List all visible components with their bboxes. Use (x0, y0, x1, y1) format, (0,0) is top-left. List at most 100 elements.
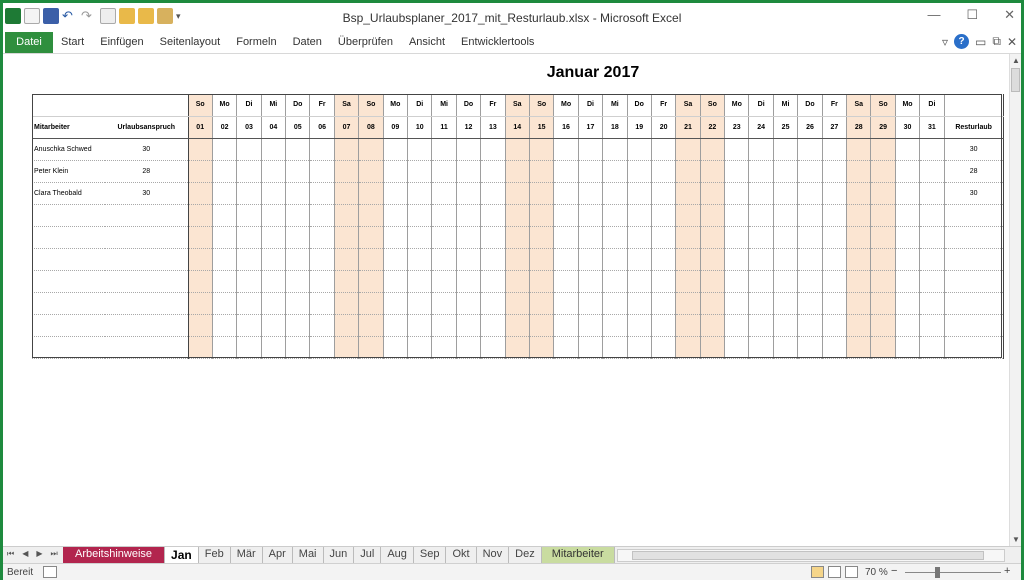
page-layout-view-icon[interactable] (828, 566, 841, 578)
zoom-slider[interactable] (905, 572, 1001, 573)
rest-cell[interactable]: 30 (944, 138, 1004, 161)
day-cell[interactable] (334, 138, 360, 161)
day-cell[interactable] (578, 226, 604, 249)
day-cell[interactable] (358, 292, 384, 315)
day-cell[interactable] (383, 314, 409, 337)
day-cell[interactable] (797, 270, 823, 293)
scroll-down-icon[interactable]: ▼ (1012, 535, 1020, 544)
day-cell[interactable] (505, 336, 530, 359)
day-cell[interactable] (870, 336, 896, 359)
zoom-level[interactable]: 70 % (865, 567, 888, 578)
day-cell[interactable] (236, 248, 262, 271)
day-cell[interactable] (212, 292, 238, 315)
day-cell[interactable] (919, 270, 945, 293)
day-cell[interactable] (358, 160, 384, 183)
sheet-tab-jan[interactable]: Jan (165, 547, 199, 563)
day-cell[interactable] (870, 138, 896, 161)
day-cell[interactable] (919, 138, 945, 161)
vertical-scrollbar[interactable]: ▲ ▼ (1009, 54, 1021, 546)
day-cell[interactable] (822, 182, 848, 205)
day-cell[interactable] (553, 138, 579, 161)
ribbon-tab-einfügen[interactable]: Einfügen (100, 36, 143, 48)
sheet-tab-feb[interactable]: Feb (199, 547, 231, 563)
sheet-tab-arbeitshinweise[interactable]: Arbeitshinweise (63, 547, 166, 563)
last-sheet-icon[interactable]: ⏭ (51, 549, 58, 559)
day-cell[interactable] (822, 138, 848, 161)
day-cell[interactable] (553, 226, 579, 249)
day-cell[interactable] (846, 226, 872, 249)
day-cell[interactable] (358, 138, 384, 161)
rest-cell[interactable] (944, 270, 1004, 293)
day-cell[interactable] (895, 160, 921, 183)
day-cell[interactable] (505, 138, 530, 161)
first-sheet-icon[interactable]: ⏮ (7, 549, 14, 559)
day-cell[interactable] (212, 270, 238, 293)
day-cell[interactable] (456, 226, 482, 249)
day-cell[interactable] (822, 248, 848, 271)
day-cell[interactable] (456, 204, 482, 227)
day-cell[interactable] (773, 292, 799, 315)
claim-cell[interactable] (105, 204, 189, 227)
day-cell[interactable] (383, 292, 409, 315)
day-cell[interactable] (578, 292, 604, 315)
workbook-close-icon[interactable]: ✕ (1007, 35, 1017, 49)
rest-cell[interactable]: 30 (944, 182, 1004, 205)
day-cell[interactable] (627, 336, 652, 359)
day-cell[interactable] (846, 270, 872, 293)
employee-name-cell[interactable] (32, 336, 105, 359)
day-cell[interactable] (602, 314, 628, 337)
scroll-up-icon[interactable]: ▲ (1012, 56, 1020, 65)
day-cell[interactable] (236, 182, 262, 205)
day-cell[interactable] (383, 270, 409, 293)
day-cell[interactable] (431, 138, 457, 161)
day-cell[interactable] (505, 314, 530, 337)
day-cell[interactable] (919, 248, 945, 271)
day-cell[interactable] (578, 182, 604, 205)
day-cell[interactable] (724, 226, 750, 249)
day-cell[interactable] (822, 336, 848, 359)
day-cell[interactable] (651, 138, 677, 161)
day-cell[interactable] (724, 138, 750, 161)
day-cell[interactable] (797, 336, 823, 359)
day-cell[interactable] (797, 292, 823, 315)
day-cell[interactable] (261, 138, 287, 161)
day-cell[interactable] (358, 204, 384, 227)
day-cell[interactable] (236, 226, 262, 249)
day-cell[interactable] (822, 204, 848, 227)
zoom-out-button[interactable]: − (891, 565, 897, 577)
sheet-tab-mai[interactable]: Mai (293, 547, 324, 563)
day-cell[interactable] (797, 226, 823, 249)
close-button[interactable]: ✕ (1004, 7, 1015, 23)
next-sheet-icon[interactable]: ▶ (36, 549, 42, 559)
day-cell[interactable] (431, 160, 457, 183)
day-cell[interactable] (456, 292, 482, 315)
day-cell[interactable] (553, 314, 579, 337)
day-cell[interactable] (358, 336, 384, 359)
day-cell[interactable] (261, 248, 287, 271)
day-cell[interactable] (383, 226, 409, 249)
day-cell[interactable] (895, 138, 921, 161)
day-cell[interactable] (553, 292, 579, 315)
rest-cell[interactable] (944, 336, 1004, 359)
page-break-view-icon[interactable] (845, 566, 858, 578)
day-cell[interactable] (895, 270, 921, 293)
day-cell[interactable] (748, 270, 774, 293)
day-cell[interactable] (919, 314, 945, 337)
day-cell[interactable] (846, 160, 872, 183)
day-cell[interactable] (285, 314, 311, 337)
day-cell[interactable] (651, 204, 677, 227)
day-cell[interactable] (407, 270, 433, 293)
day-cell[interactable] (822, 270, 848, 293)
day-cell[interactable] (724, 292, 750, 315)
workbook-restore-icon[interactable]: ⧉ (992, 34, 1001, 49)
day-cell[interactable] (407, 204, 433, 227)
day-cell[interactable] (309, 270, 335, 293)
sheet-tab-nov[interactable]: Nov (477, 547, 510, 563)
day-cell[interactable] (261, 204, 287, 227)
sheet-tab-apr[interactable]: Apr (263, 547, 293, 563)
day-cell[interactable] (773, 226, 799, 249)
day-cell[interactable] (870, 204, 896, 227)
day-cell[interactable] (773, 314, 799, 337)
day-cell[interactable] (553, 248, 579, 271)
day-cell[interactable] (236, 138, 262, 161)
